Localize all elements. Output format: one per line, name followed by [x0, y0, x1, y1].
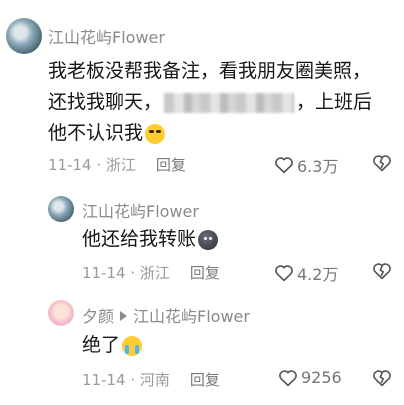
comment-text: 他还给我转账	[82, 224, 219, 255]
comment-text-segment: 他不认识我	[48, 122, 144, 144]
heart-outline-icon	[275, 265, 293, 282]
comment-text: 绝了	[82, 330, 143, 361]
comment-meta: 11-14 · 浙江 回复	[82, 262, 220, 283]
comment-text-line-2: 还找我聊天， ，上班后	[48, 87, 372, 118]
avatar[interactable]	[6, 18, 42, 54]
like-count: 4.2万	[297, 265, 339, 284]
reply-button[interactable]: 回复	[190, 262, 220, 283]
meta-separator: ·	[91, 155, 106, 174]
comment-location: 浙江	[105, 156, 136, 174]
avatar[interactable]	[48, 196, 74, 222]
comment-text: 我老板没帮我备注，看我朋友圈美照， 还找我聊天， ，上班后 他不认识我	[48, 56, 372, 149]
comment-text-line-1: 我老板没帮我备注，看我朋友圈美照，	[48, 60, 372, 82]
reply-arrow-icon	[120, 311, 128, 321]
comment-date: 11-14	[48, 155, 92, 174]
reply-author[interactable]: 夕颜	[82, 307, 114, 326]
comment-username: 夕颜 江山花屿Flower	[82, 303, 250, 327]
comment-text-segment: 他还给我转账	[82, 228, 197, 250]
laughing-emoji-icon	[145, 123, 166, 144]
broken-heart-icon[interactable]	[372, 369, 392, 387]
comment-text-segment: ，上班后	[296, 91, 373, 113]
like-button[interactable]: 6.3万	[274, 153, 338, 177]
like-button[interactable]: 4.2万	[274, 261, 338, 285]
comment-meta: 11-14 · 浙江 回复	[48, 154, 186, 175]
comment-username[interactable]: 江山花屿Flower	[82, 198, 199, 222]
reply-button[interactable]: 回复	[156, 154, 186, 175]
broken-heart-icon[interactable]	[372, 154, 392, 172]
dark-face-emoji-icon	[198, 229, 219, 250]
meta-separator: ·	[125, 263, 140, 282]
like-count: 6.3万	[297, 157, 339, 176]
broken-heart-icon[interactable]	[372, 262, 392, 280]
comment-text-line-3: 他不认识我	[48, 118, 372, 149]
crying-emoji-icon	[122, 335, 143, 356]
meta-separator: ·	[125, 370, 140, 389]
blurred-content	[164, 92, 295, 113]
comment-date: 11-14	[82, 370, 126, 389]
comment-location: 河南	[139, 371, 170, 389]
comment-text-segment: 绝了	[82, 334, 121, 356]
comment-location: 浙江	[139, 264, 170, 282]
comment-meta: 11-14 · 河南 回复	[82, 369, 220, 390]
reply-button[interactable]: 回复	[190, 369, 220, 390]
like-count: 9256	[301, 368, 342, 387]
like-button[interactable]: 9256	[278, 368, 342, 387]
heart-outline-icon	[275, 157, 293, 174]
comment-date: 11-14	[82, 263, 126, 282]
heart-outline-icon	[279, 369, 297, 386]
reply-target[interactable]: 江山花屿Flower	[133, 307, 250, 326]
avatar[interactable]	[48, 300, 74, 326]
comment-username[interactable]: 江山花屿Flower	[48, 24, 165, 48]
comment-text-segment: 还找我聊天，	[48, 91, 163, 113]
